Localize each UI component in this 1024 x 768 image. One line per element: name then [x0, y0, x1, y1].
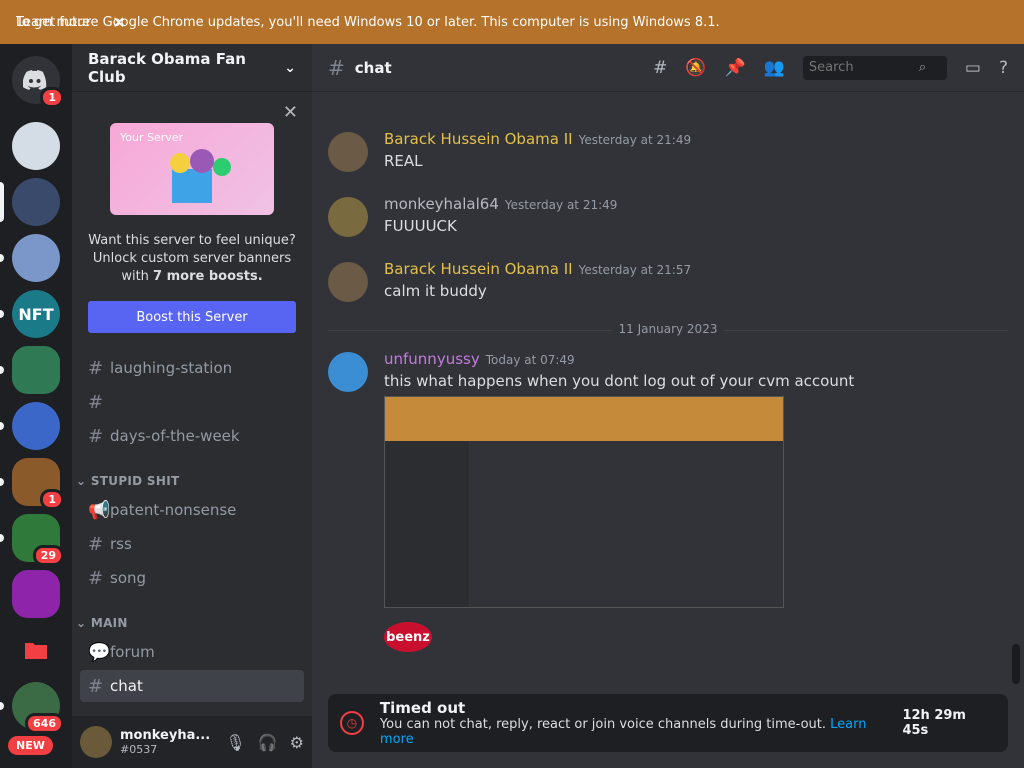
server-icon-6[interactable]: [0, 402, 60, 450]
home-badge: 1: [40, 87, 64, 108]
help-icon[interactable]: ?: [999, 58, 1008, 78]
message-text: this what happens when you dont log out …: [384, 372, 855, 390]
timeout-title: Timed out: [379, 699, 466, 717]
server-icon-11[interactable]: 646: [0, 682, 64, 734]
server-badge: 29: [32, 545, 64, 566]
channel-days-of-the-week[interactable]: # days-of-the-week: [80, 420, 304, 452]
channel-forum[interactable]: 💬 forum: [80, 636, 304, 668]
avatar[interactable]: [328, 352, 368, 392]
user-tag: #0537: [120, 743, 158, 756]
hash-icon: #: [88, 425, 104, 447]
category-main[interactable]: ⌄ MAIN: [76, 616, 128, 630]
forum-icon: 💬: [88, 641, 111, 663]
inbox-icon[interactable]: ▭: [965, 58, 981, 78]
banner-message: To get future Google Chrome updates, you…: [16, 14, 720, 30]
server-badge: 646: [25, 713, 64, 734]
chevron-down-icon: ⌄: [284, 59, 296, 76]
timeout-notice: ◷ Timed out You can not chat, reply, rea…: [328, 694, 1008, 752]
message-time: Yesterday at 21:49: [578, 133, 692, 147]
message-author[interactable]: monkeyhalal64: [384, 195, 499, 213]
message-text: REAL: [384, 152, 423, 170]
notification-bell-icon[interactable]: 🔕: [685, 58, 706, 78]
chrome-update-banner: To get future Google Chrome updates, you…: [0, 0, 1024, 44]
server-badge: 1: [40, 489, 64, 510]
hash-icon: #: [88, 567, 104, 589]
channel-chat[interactable]: # chat: [80, 670, 304, 702]
pin-icon[interactable]: 📌: [725, 58, 746, 78]
timeout-text: You can not chat, reply, react or join v…: [379, 717, 827, 732]
hash-icon: #: [88, 675, 104, 697]
message-text: FUUUUCK: [384, 217, 457, 235]
message-text: calm it buddy: [384, 282, 487, 300]
avatar[interactable]: [80, 726, 112, 758]
hash-icon: #: [328, 55, 345, 80]
sticker-image[interactable]: beenz: [384, 622, 432, 652]
members-icon[interactable]: 👥: [764, 58, 785, 78]
avatar[interactable]: [328, 262, 368, 302]
headphones-icon[interactable]: 🎧: [258, 733, 278, 752]
message-author[interactable]: Barack Hussein Obama II: [384, 130, 573, 148]
category-stupid-shit[interactable]: ⌄ STUPID SHIT: [76, 474, 179, 488]
channel-sidebar: Barack Obama Fan Club ⌄ ✕ Your Server Wa…: [72, 44, 312, 768]
server-rail: 1 NFT 1 29 646 NEW: [0, 44, 72, 768]
attachment-image[interactable]: [384, 396, 784, 608]
clock-icon: ◷: [340, 711, 364, 735]
channel-rss[interactable]: # rss: [80, 528, 304, 560]
mute-mic-icon[interactable]: 🎙: [225, 733, 245, 752]
server-icon-nft[interactable]: NFT: [0, 290, 60, 338]
message-time: Today at 07:49: [485, 353, 575, 367]
scrollbar[interactable]: [1012, 644, 1020, 684]
boost-art-image: Your Server: [110, 123, 274, 215]
search-input[interactable]: [808, 60, 919, 75]
server-icon-3[interactable]: [0, 234, 60, 282]
server-header[interactable]: Barack Obama Fan Club ⌄: [72, 44, 312, 92]
new-badge: NEW: [8, 736, 53, 755]
channel-title: chat: [354, 58, 392, 77]
boost-server-button[interactable]: Boost this Server: [88, 301, 296, 333]
channel-unnamed[interactable]: #: [80, 386, 304, 418]
avatar[interactable]: [328, 132, 368, 172]
close-icon[interactable]: ✕: [283, 102, 298, 123]
threads-icon[interactable]: #: [653, 58, 667, 78]
message-time: Yesterday at 21:57: [578, 263, 692, 277]
server-icon-7[interactable]: 1: [0, 458, 64, 510]
home-button[interactable]: 1: [12, 56, 64, 108]
hash-icon: #: [88, 391, 104, 413]
message-time: Yesterday at 21:49: [504, 198, 618, 212]
channel-header: # chat # 🔕 📌 👥 ⌕ ▭ ?: [312, 44, 1024, 92]
folder-icon[interactable]: [12, 626, 60, 674]
server-icon-9[interactable]: [12, 570, 60, 618]
server-icon-8[interactable]: 29: [0, 514, 64, 566]
message-author[interactable]: Barack Hussein Obama II: [384, 260, 573, 278]
username: monkeyha...: [120, 728, 211, 743]
server-icon-5[interactable]: [0, 346, 60, 394]
server-name: Barack Obama Fan Club: [88, 49, 246, 86]
date-divider: 11 January 2023: [328, 322, 1008, 336]
message-author[interactable]: unfunnyussy: [384, 350, 480, 368]
search-icon: ⌕: [918, 60, 927, 75]
channel-song[interactable]: # song: [80, 562, 304, 594]
chat-area: # chat # 🔕 📌 👥 ⌕ ▭ ? Barack Hussein Obam…: [312, 44, 1024, 768]
channel-patent-nonsense[interactable]: 📢 patent-nonsense: [80, 494, 304, 526]
user-panel: monkeyha... #0537 🎙 🎧 ⚙: [72, 716, 312, 768]
gear-icon[interactable]: ⚙: [290, 733, 304, 752]
search-box[interactable]: ⌕: [802, 55, 947, 80]
boost-promo: ✕ Your Server Want this server to feel u…: [80, 96, 304, 344]
hash-icon: #: [88, 533, 104, 555]
announcement-icon: 📢: [88, 499, 111, 521]
avatar[interactable]: [328, 197, 368, 237]
channel-laughing-station[interactable]: # laughing-station: [80, 352, 304, 384]
timeout-timer: 12h 29m 45s: [902, 708, 966, 738]
server-icon-1[interactable]: [12, 122, 60, 170]
boost-text: Want this server to feel unique? Unlock …: [88, 233, 296, 284]
selected-pill: [0, 182, 4, 222]
server-icon-obama[interactable]: [0, 178, 60, 226]
hash-icon: #: [88, 357, 104, 379]
